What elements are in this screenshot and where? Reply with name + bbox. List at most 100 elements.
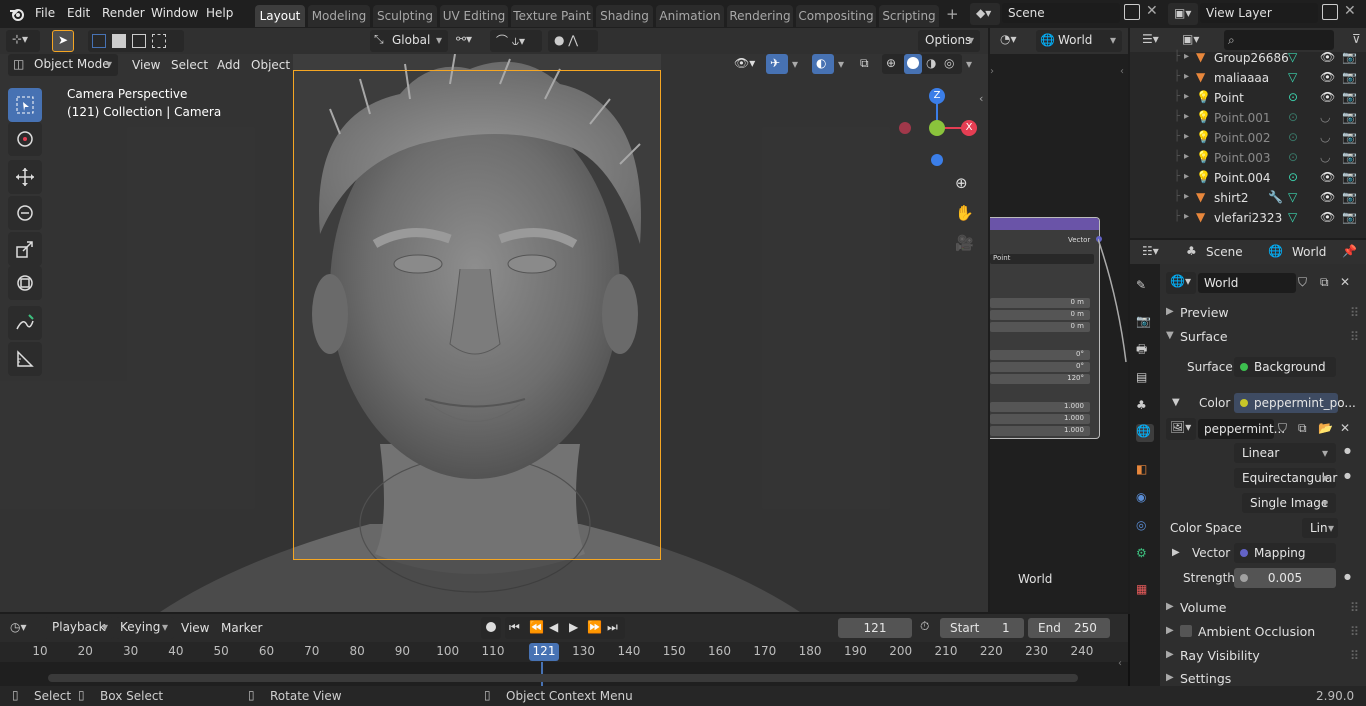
render-camera-icon[interactable]: 📷 [1342, 50, 1357, 64]
visible-eye-icon[interactable]: 👁 [1320, 210, 1335, 224]
tab-shading[interactable]: Shading [596, 5, 653, 27]
keying-menu[interactable]: Keying ▾ [116, 617, 174, 639]
render-camera-icon[interactable]: 📷 [1342, 110, 1357, 124]
gizmo-neg-x[interactable] [899, 122, 911, 134]
hidden-eye-icon[interactable]: ◡ [1320, 130, 1330, 144]
editor-type-icon[interactable]: ◔▾ [1000, 32, 1017, 46]
tab-modeling[interactable]: Modeling [308, 5, 370, 27]
play-icon[interactable]: ▶ [569, 620, 578, 634]
playback-controls[interactable]: ⏮ ⏪ ◀ ▶ ⏩ ⏭ [505, 617, 625, 639]
node-rot-x[interactable]: 0° [990, 350, 1090, 360]
tool-tab-icon[interactable]: ✎ [1136, 278, 1154, 296]
rotate-tool[interactable] [8, 196, 42, 230]
node-loc-y[interactable]: 0 m [990, 310, 1090, 320]
current-frame-field[interactable]: 121 [838, 618, 912, 638]
outliner-search-input[interactable]: ⌕ [1224, 30, 1334, 50]
projection-dropdown[interactable]: Equirectangular ▾ [1234, 468, 1337, 488]
mapping-node[interactable]: Vector Point 0 m 0 m 0 m 0° 0° 120° 1.00… [990, 217, 1102, 439]
render-tab-icon[interactable]: 📷 [1136, 314, 1154, 332]
image-open-icon[interactable]: 📂 [1318, 421, 1333, 435]
transform-tool-icon[interactable]: ⊹▾ [6, 30, 40, 52]
view-layer-field[interactable]: View Layer [1200, 3, 1318, 23]
select-intersect-icon[interactable] [152, 34, 166, 48]
node-loc-x[interactable]: 0 m [990, 298, 1090, 308]
object-mode-dropdown[interactable]: ◫ Object Mode ▾ [8, 54, 118, 76]
options-dropdown[interactable]: Options ▾ [918, 30, 980, 52]
drag-handle-icon[interactable]: ⠿ [1350, 329, 1359, 344]
pin-icon[interactable]: 📌 [1342, 244, 1357, 258]
visibility-eye-icon[interactable]: 👁▾ [734, 56, 755, 70]
tab-layout[interactable]: Layout [255, 5, 305, 27]
scale-tool[interactable] [8, 232, 42, 266]
new-scene-icon[interactable] [1124, 4, 1140, 20]
blender-logo-icon[interactable] [9, 6, 25, 22]
node-scale-x[interactable]: 1.000 [990, 402, 1090, 412]
delete-view-layer-icon[interactable]: ✕ [1344, 3, 1356, 19]
fake-user-icon[interactable]: ⛉ [1298, 275, 1307, 290]
outliner-item[interactable]: ├ ▸ ▼ vlefari2323 ▽ 👁 📷 [1130, 208, 1366, 228]
measure-tool[interactable] [8, 342, 42, 376]
expand-arrow-icon[interactable]: ▸ [1184, 211, 1189, 222]
mesh-data-icon[interactable]: ▽ [1288, 50, 1297, 64]
pan-hand-icon[interactable]: ✋ [955, 204, 974, 222]
surface-shader-field[interactable]: Background [1234, 357, 1336, 377]
tab-rendering[interactable]: Rendering [727, 5, 793, 27]
viewport-menu-view[interactable]: View [132, 58, 160, 72]
gizmo-y-axis[interactable] [929, 120, 945, 136]
light-data-icon[interactable]: ⊙ [1288, 110, 1298, 124]
zoom-icon[interactable]: ⊕ [955, 174, 968, 192]
color-input-field[interactable]: peppermint_po... [1234, 393, 1356, 413]
tab-texture-paint[interactable]: Texture Paint [511, 5, 593, 27]
proportional-edit-toggle[interactable]: ● ⋀ [548, 30, 598, 52]
outliner-item[interactable]: ├ ▸ 💡 Point.002 ⊙ ◡ 📷 [1130, 128, 1366, 148]
tab-compositing[interactable]: Compositing [796, 5, 876, 27]
viewport-menu-object[interactable]: Object [251, 58, 290, 72]
sidebar-toggle-icon[interactable]: ‹ [979, 92, 983, 105]
tab-animation[interactable]: Animation [656, 5, 724, 27]
scene-tab-icon[interactable]: ♣ [1136, 398, 1154, 416]
image-unlink-icon[interactable]: ✕ [1340, 421, 1350, 435]
keyframe-dot-icon[interactable]: ● [1344, 572, 1351, 581]
light-data-icon[interactable]: ⊙ [1288, 90, 1298, 104]
outliner-display-mode-icon[interactable]: ▣▾ [1182, 32, 1199, 46]
select-extend-icon[interactable] [112, 34, 126, 48]
world-browse-icon[interactable]: 🌐▾ [1166, 272, 1196, 294]
outliner-item[interactable]: ├ ▸ 💡 Point.004 ⊙ 👁 📷 [1130, 168, 1366, 188]
unlink-world-icon[interactable]: ✕ [1340, 275, 1350, 289]
transform-orientation-dropdown[interactable]: ⤡ Global ▾ [370, 30, 448, 52]
expand-arrow-icon[interactable]: ▸ [1184, 111, 1189, 122]
hidden-eye-icon[interactable]: ◡ [1320, 150, 1330, 164]
vector-expand-icon[interactable]: ▶ [1172, 547, 1180, 558]
ray-visibility-panel-header[interactable]: ▶ Ray Visibility ⠿ [1160, 645, 1366, 667]
menu-edit[interactable]: Edit [67, 6, 90, 20]
mesh-data-icon[interactable]: ▽ [1288, 210, 1297, 224]
modifier-tab-icon[interactable]: ◉ [1136, 490, 1154, 508]
node-editor-area[interactable]: ◔▾ 🌐 World ▾ › ‹ Vector Point 0 m 0 m 0 … [990, 28, 1128, 612]
rendered-shading-icon[interactable]: ◎ [944, 56, 954, 70]
timeline-sidebar-icon[interactable]: ‹ [1118, 658, 1122, 669]
light-data-icon[interactable]: ⊙ [1288, 170, 1298, 184]
wrench-modifier-icon[interactable]: 🔧 [1268, 190, 1283, 204]
outliner-item[interactable]: ├ ▸ ▼ maliaaaa ▽ 👁 📷 [1130, 68, 1366, 88]
ao-panel-header[interactable]: ▶ Ambient Occlusion ⠿ [1160, 621, 1366, 643]
transform-tool[interactable] [8, 266, 42, 300]
viewport-menu-select[interactable]: Select [171, 58, 208, 72]
color-space-dropdown[interactable]: Lin ▾ [1302, 518, 1338, 538]
visible-eye-icon[interactable]: 👁 [1320, 70, 1335, 84]
pivot-point-icon[interactable]: ⚯▾ [456, 32, 472, 46]
cursor-tool[interactable] [8, 122, 42, 156]
select-box-tool[interactable] [8, 88, 42, 122]
view-layer-tab-icon[interactable]: ▤ [1136, 370, 1154, 388]
expand-arrow-icon[interactable]: ▸ [1184, 131, 1189, 142]
menu-render[interactable]: Render [102, 6, 145, 20]
duplicate-world-icon[interactable]: ⧉ [1320, 275, 1329, 290]
volume-panel-header[interactable]: ▶ Volume ⠿ [1160, 597, 1366, 619]
render-camera-icon[interactable]: 📷 [1342, 150, 1357, 164]
shading-mode-buttons[interactable]: ⊕ ◑ ◎ [882, 54, 962, 74]
node-scale-y[interactable]: 1.000 [990, 414, 1090, 424]
tab-uv-editing[interactable]: UV Editing [440, 5, 508, 27]
expand-arrow-icon[interactable]: ▸ [1184, 91, 1189, 102]
playback-menu[interactable]: Playback ▾ [44, 617, 114, 639]
texture-tab-icon[interactable]: ▦ [1136, 582, 1154, 600]
auto-keying-button[interactable] [481, 617, 501, 639]
